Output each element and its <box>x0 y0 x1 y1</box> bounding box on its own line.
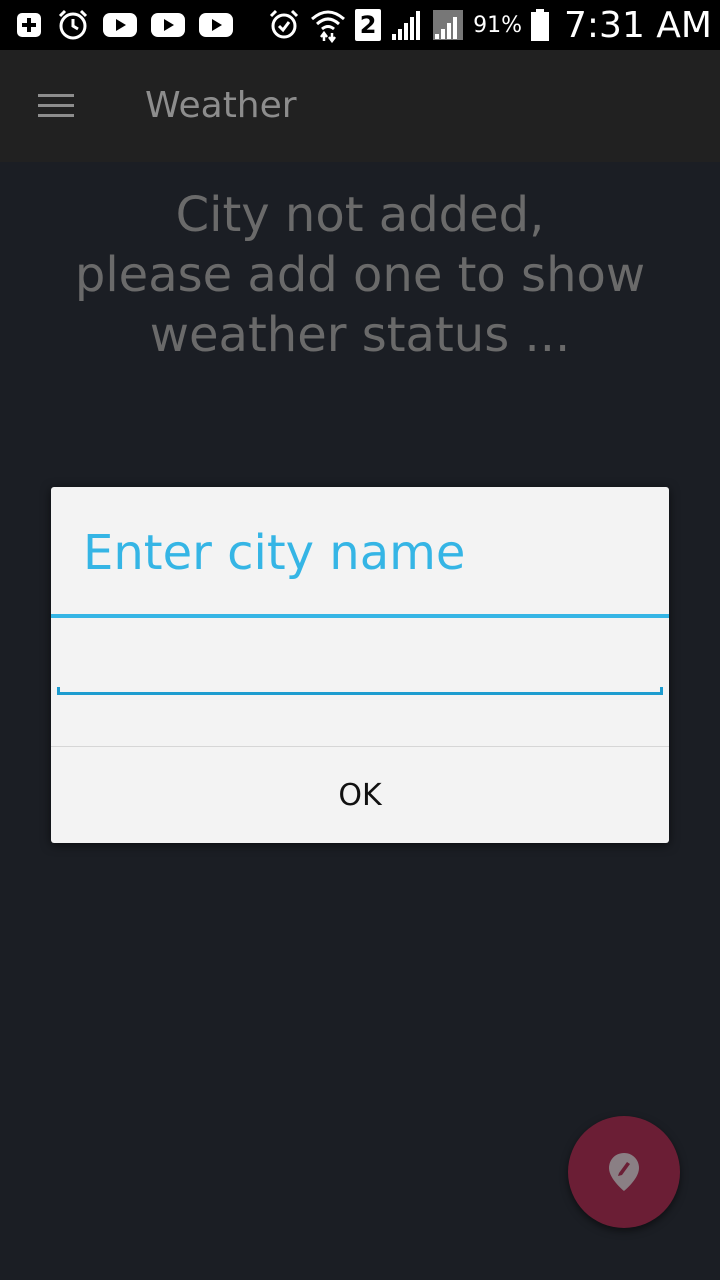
clock-time: 7:31 AM <box>564 4 712 46</box>
enter-city-dialog: Enter city name OK <box>51 487 669 843</box>
alarm-icon <box>270 9 299 39</box>
ok-button[interactable]: OK <box>51 747 669 843</box>
app-bar: Weather <box>0 50 720 162</box>
empty-message-line: please add one to show <box>74 247 646 303</box>
wifi-icon <box>311 10 346 43</box>
youtube-icon <box>199 13 233 37</box>
input-underline <box>57 687 663 695</box>
battery-icon <box>531 9 550 41</box>
signal-icon <box>392 11 421 40</box>
sim-icon: 2 <box>355 9 382 41</box>
status-bar-notifications <box>14 8 234 42</box>
empty-state-message: City not added, please add one to show w… <box>0 185 720 365</box>
empty-message-line: City not added, <box>175 187 545 243</box>
battery-percent: 91% <box>473 12 523 38</box>
status-bar: 2 91% 7:31 AM <box>0 0 720 50</box>
dialog-title: Enter city name <box>83 525 466 581</box>
hamburger-menu-icon <box>38 94 74 117</box>
youtube-icon <box>103 13 137 37</box>
add-city-fab[interactable] <box>568 1116 680 1228</box>
sim-number: 2 <box>359 11 377 39</box>
signal-icon <box>433 10 464 40</box>
empty-message-line: weather status ... <box>149 307 571 363</box>
alarm-icon <box>58 9 88 40</box>
app-title: Weather <box>145 85 297 126</box>
dialog-title-divider <box>51 614 669 618</box>
location-pin-icon <box>609 1153 639 1191</box>
youtube-icon <box>151 13 185 37</box>
menu-button[interactable] <box>22 76 90 136</box>
city-name-input[interactable] <box>57 637 663 687</box>
add-icon <box>17 13 41 37</box>
status-bar-system: 2 91% 7:31 AM <box>267 4 712 46</box>
